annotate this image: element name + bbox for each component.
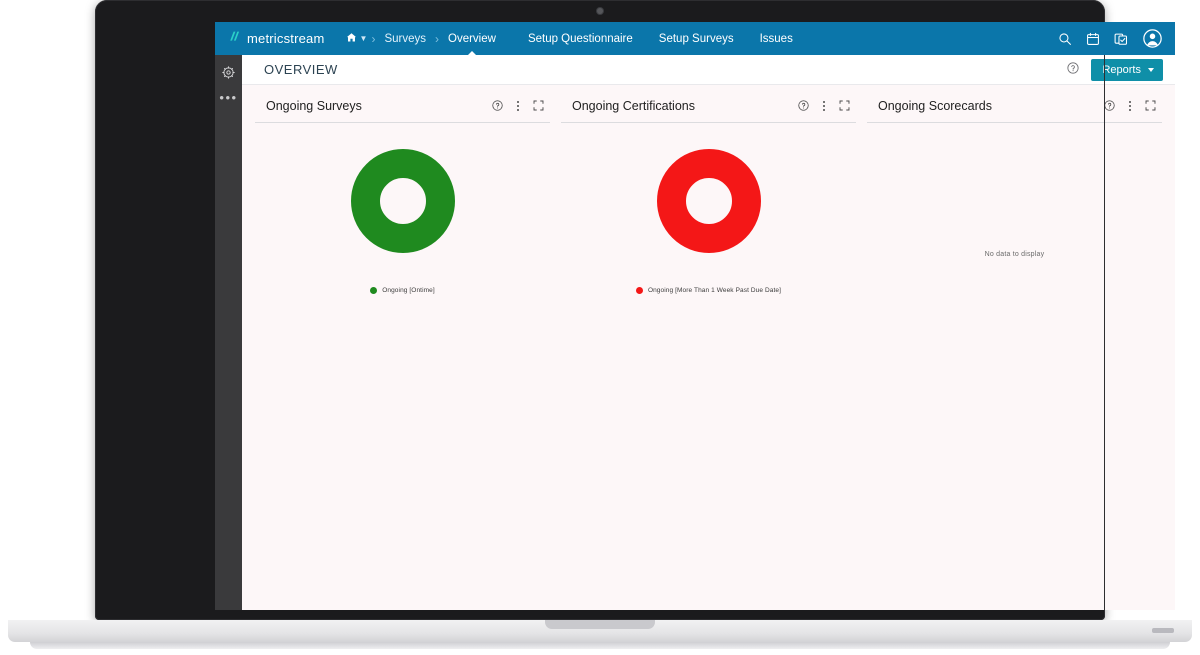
metricstream-logo-icon (229, 30, 242, 48)
laptop-mockup: metricstream ▼ › Surveys › Overview Setu… (0, 0, 1200, 655)
laptop-camera-icon (597, 8, 603, 14)
expand-fullscreen-icon[interactable] (839, 100, 850, 111)
search-icon[interactable] (1058, 32, 1072, 46)
more-options-icon[interactable]: ••• (219, 91, 237, 104)
top-navigation-links: Setup Questionnaire Setup Surveys Issues (515, 22, 806, 55)
chevron-down-icon: ▼ (359, 34, 368, 43)
ongoing-certifications-donut-chart[interactable] (656, 149, 761, 253)
widget-ongoing-certifications: Ongoing Certifications Ongoing [More Tha… (561, 97, 856, 333)
widget-tools (798, 100, 853, 112)
legend-label: Ongoing [Ontime] (382, 287, 435, 294)
user-avatar-icon[interactable] (1143, 29, 1162, 48)
nav-link-setup-surveys[interactable]: Setup Surveys (646, 22, 747, 55)
expand-fullscreen-icon[interactable] (533, 100, 544, 111)
nav-link-issues[interactable]: Issues (747, 22, 806, 55)
widget-body: No data to display (867, 123, 1162, 359)
expand-fullscreen-icon[interactable] (1145, 100, 1156, 111)
page-title: OVERVIEW (264, 62, 338, 77)
content-column: OVERVIEW Reports Ongoing Surveys Ongoing… (242, 55, 1175, 610)
caret-down-icon (1148, 67, 1154, 72)
reports-button-label: Reports (1102, 63, 1141, 76)
breadcrumb-home-button[interactable]: ▼ (339, 22, 370, 55)
ongoing-surveys-donut-chart[interactable] (350, 149, 455, 253)
tasks-icon[interactable] (1114, 32, 1129, 46)
info-circle-icon[interactable] (492, 100, 503, 111)
top-navigation-bar: metricstream ▼ › Surveys › Overview Setu… (215, 22, 1175, 55)
breadcrumb-item-surveys[interactable]: Surveys (377, 22, 433, 55)
brand-name: metricstream (247, 31, 325, 46)
widget-header: Ongoing Scorecards (867, 97, 1162, 123)
breadcrumb: ▼ › Surveys › Overview (339, 22, 503, 55)
widget-title: Ongoing Scorecards (878, 98, 992, 113)
calendar-icon[interactable] (1086, 32, 1100, 46)
settings-gear-icon[interactable] (222, 66, 235, 79)
widget-body: Ongoing [More Than 1 Week Past Due Date] (561, 123, 856, 333)
left-sidebar: ••• (215, 55, 242, 610)
info-circle-icon[interactable] (1104, 100, 1115, 111)
top-navigation-actions (1058, 29, 1175, 48)
widget-header: Ongoing Certifications (561, 97, 856, 123)
help-circle-icon[interactable] (1067, 61, 1080, 79)
home-icon (346, 32, 357, 46)
kebab-menu-icon[interactable] (514, 100, 522, 112)
chart-legend: Ongoing [More Than 1 Week Past Due Date] (635, 287, 782, 294)
application-window: metricstream ▼ › Surveys › Overview Setu… (215, 22, 1175, 610)
kebab-menu-icon[interactable] (820, 100, 828, 112)
laptop-base-latch (1152, 628, 1174, 633)
laptop-base-foot (30, 642, 1170, 649)
page-header: OVERVIEW Reports (242, 55, 1175, 85)
kebab-menu-icon[interactable] (1126, 100, 1134, 112)
widget-tools (1104, 100, 1159, 112)
widget-title: Ongoing Certifications (572, 98, 695, 113)
widget-ongoing-surveys: Ongoing Surveys Ongoing [Ontime] (255, 97, 550, 333)
widget-ongoing-scorecards: Ongoing Scorecards No data to display (867, 97, 1162, 359)
reports-button[interactable]: Reports (1091, 58, 1163, 81)
breadcrumb-item-overview[interactable]: Overview (441, 22, 503, 55)
widget-header: Ongoing Surveys (255, 97, 550, 123)
widget-tools (492, 100, 547, 112)
page-header-actions: Reports (1067, 58, 1163, 81)
legend-label: Ongoing [More Than 1 Week Past Due Date] (647, 287, 782, 294)
laptop-screen: metricstream ▼ › Surveys › Overview Setu… (215, 22, 1175, 610)
laptop-lid: metricstream ▼ › Surveys › Overview Setu… (95, 0, 1175, 620)
empty-state-message: No data to display (984, 250, 1045, 258)
legend-swatch-icon (370, 287, 378, 294)
empty-state: No data to display (867, 149, 1162, 359)
laptop-base-notch (545, 620, 655, 629)
breadcrumb-separator-1: › (371, 31, 376, 46)
brand-logo[interactable]: metricstream (215, 30, 335, 48)
application-body: ••• OVERVIEW Reports Ongoing Surveys Ong… (215, 55, 1175, 610)
widget-title: Ongoing Surveys (266, 98, 362, 113)
info-circle-icon[interactable] (798, 100, 809, 111)
dashboard-grid: Ongoing Surveys Ongoing [Ontime] Ongoing… (242, 85, 1175, 610)
nav-link-setup-questionnaire[interactable]: Setup Questionnaire (515, 22, 646, 55)
widget-body: Ongoing [Ontime] (255, 123, 550, 333)
legend-swatch-icon (635, 287, 643, 294)
chart-legend: Ongoing [Ontime] (370, 287, 435, 294)
breadcrumb-separator-2: › (435, 31, 439, 46)
